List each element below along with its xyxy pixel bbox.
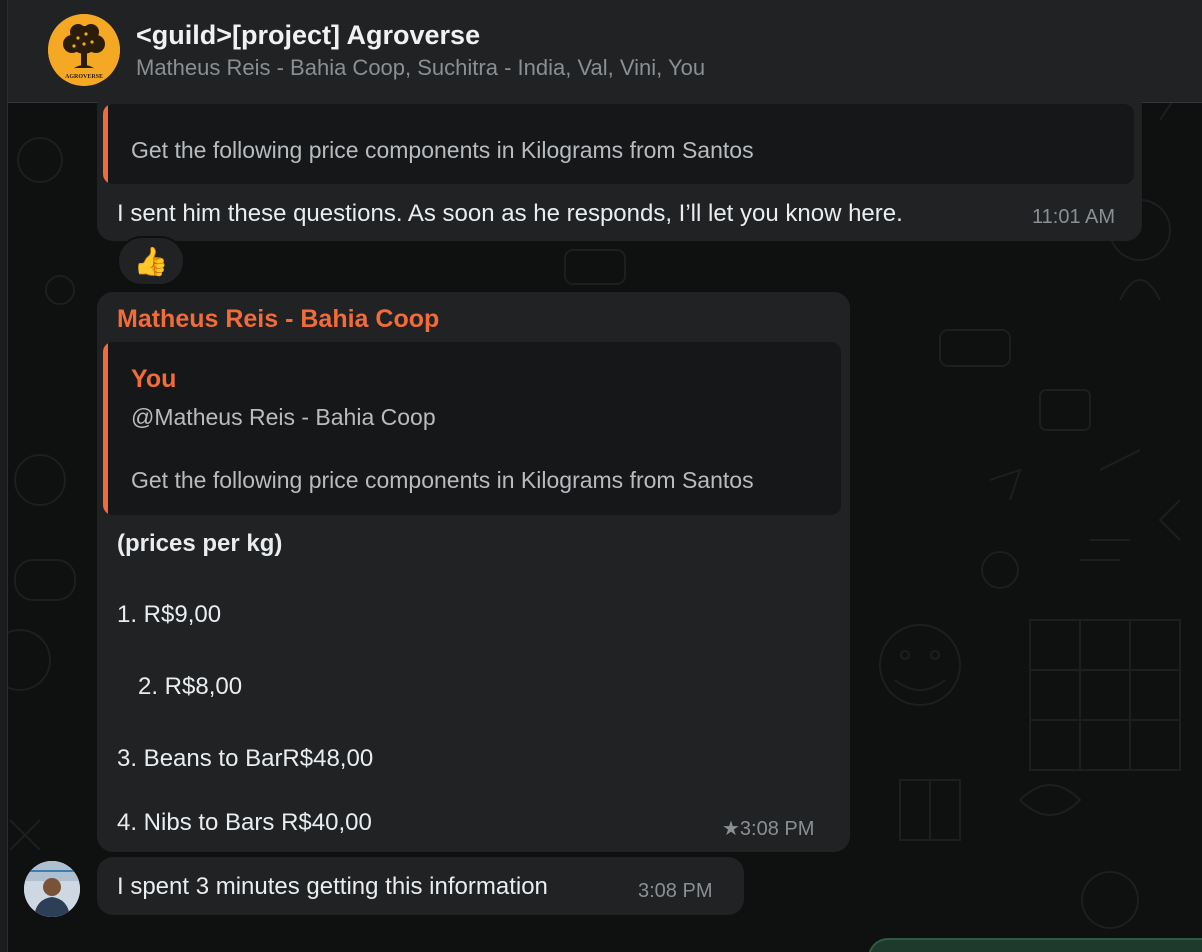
user-photo-icon — [24, 861, 80, 917]
thumbs-up-icon: 👍 — [133, 245, 169, 277]
chat-window: AGROVERSE <guild>[project] Agroverse Mat… — [0, 0, 1202, 952]
list-item: 3. Beans to BarR$48,00 — [117, 745, 374, 772]
quote-accent-bar — [103, 104, 108, 184]
tree-logo-icon: AGROVERSE — [48, 14, 120, 86]
message-time: 3:08 PM — [638, 880, 713, 902]
outgoing-bubble-partial[interactable] — [868, 938, 1202, 952]
group-avatar[interactable]: AGROVERSE — [48, 14, 120, 86]
message-heading: (prices per kg) — [117, 530, 283, 557]
message-text: I sent him these questions. As soon as h… — [117, 200, 903, 227]
reaction-badge[interactable]: 👍 — [117, 236, 185, 286]
message-time: ★3:08 PM — [722, 818, 815, 840]
chat-title[interactable]: <guild>[project] Agroverse — [136, 20, 480, 51]
message-time: 11:01 AM — [1032, 206, 1116, 228]
avatar[interactable] — [24, 861, 80, 917]
message-sender[interactable]: Matheus Reis - Bahia Coop — [117, 305, 439, 334]
chat-members[interactable]: Matheus Reis - Bahia Coop, Suchitra - In… — [136, 55, 705, 81]
list-item: 1. R$9,00 — [117, 601, 222, 628]
quote-sender: You — [131, 365, 177, 393]
chat-header[interactable]: AGROVERSE <guild>[project] Agroverse Mat… — [8, 0, 1202, 103]
quote-text: Get the following price components in Ki… — [131, 467, 754, 493]
list-item: 4. Nibs to Bars R$40,00 — [117, 809, 372, 836]
message-text: I spent 3 minutes getting this informati… — [117, 873, 548, 900]
quote-text: Get the following price components in Ki… — [131, 137, 754, 163]
list-item: 2. R$8,00 — [138, 673, 243, 700]
quote-accent-bar — [103, 342, 108, 515]
quote-mention: @Matheus Reis - Bahia Coop — [131, 404, 436, 430]
sidebar-edge — [0, 0, 8, 952]
svg-text:AGROVERSE: AGROVERSE — [65, 74, 103, 80]
